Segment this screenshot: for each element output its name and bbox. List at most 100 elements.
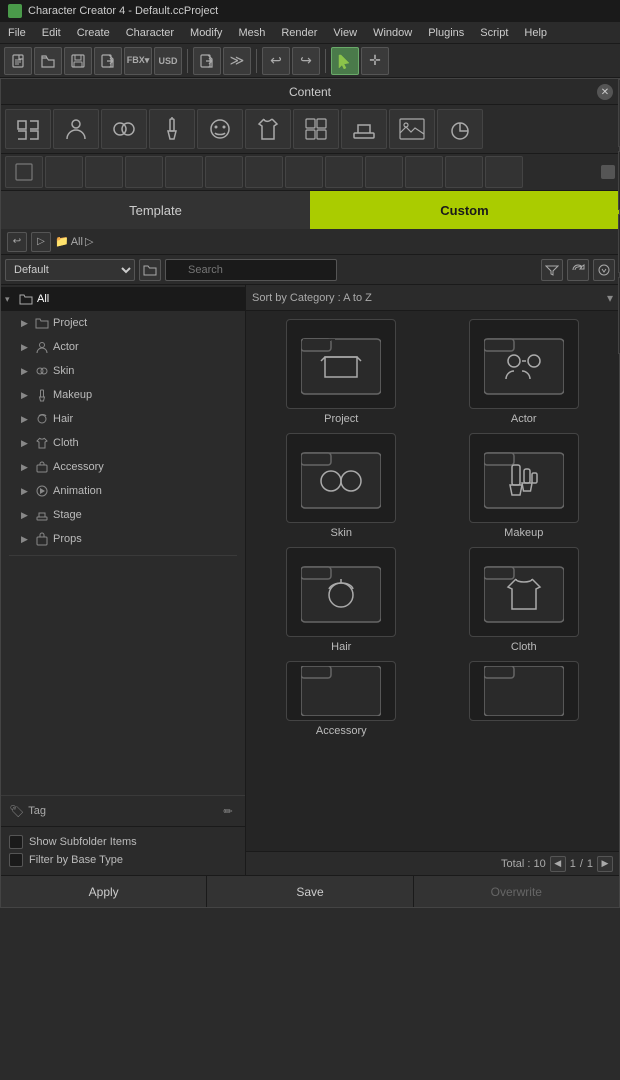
tree-item-all[interactable]: ▾ All xyxy=(1,287,245,311)
cat-sm-12[interactable] xyxy=(445,156,483,188)
save-toolbar-button[interactable] xyxy=(64,47,92,75)
close-button[interactable]: ✕ xyxy=(597,84,613,100)
cat-sm-8[interactable] xyxy=(285,156,323,188)
menu-character[interactable]: Character xyxy=(118,25,182,41)
grid-folder-accessory[interactable] xyxy=(286,661,396,721)
filter-button[interactable] xyxy=(541,259,563,281)
tree-item-stage[interactable]: ▶ Stage xyxy=(1,503,245,527)
cat-sm-13[interactable] xyxy=(485,156,523,188)
cat-stage-button[interactable] xyxy=(341,109,387,149)
grid-folder-makeup[interactable] xyxy=(469,433,579,523)
cat-cloth-button[interactable] xyxy=(245,109,291,149)
tree-item-makeup[interactable]: ▶ Makeup xyxy=(1,383,245,407)
cat-makeup-button[interactable] xyxy=(149,109,195,149)
cat-sm-1[interactable] xyxy=(5,156,43,188)
undo-button[interactable]: ↩ xyxy=(262,47,290,75)
cat-sm-7[interactable] xyxy=(245,156,283,188)
checkbox-basetype-box[interactable] xyxy=(9,853,23,867)
menu-mesh[interactable]: Mesh xyxy=(230,25,273,41)
apply-button[interactable]: Apply xyxy=(1,876,207,907)
tree-item-accessory[interactable]: ▶ Accessory xyxy=(1,455,245,479)
menu-plugins[interactable]: Plugins xyxy=(420,25,472,41)
cat-landscape-button[interactable] xyxy=(389,109,435,149)
menu-create[interactable]: Create xyxy=(69,25,118,41)
save-button[interactable]: Save xyxy=(207,876,413,907)
breadcrumb-folder-icon: 📁 xyxy=(55,235,69,248)
tree-divider xyxy=(9,555,237,556)
sort-dropdown-arrow[interactable]: ▾ xyxy=(607,291,613,305)
grid-folder-cloth[interactable] xyxy=(469,547,579,637)
cat-sm-2[interactable] xyxy=(45,156,83,188)
more-button[interactable]: ≫ xyxy=(223,47,251,75)
page-prev-button[interactable]: ◀ xyxy=(550,856,566,872)
cat-sm-4[interactable] xyxy=(125,156,163,188)
cat-sm-9[interactable] xyxy=(325,156,363,188)
cat-sm-3[interactable] xyxy=(85,156,123,188)
search-input[interactable] xyxy=(165,259,337,281)
overwrite-button[interactable]: Overwrite xyxy=(414,876,619,907)
cat-all-button[interactable] xyxy=(5,109,51,149)
export-button[interactable] xyxy=(193,47,221,75)
forward-arrow[interactable]: ▷ xyxy=(31,232,51,252)
grid-item-project[interactable]: Project xyxy=(254,319,429,425)
cat-skin-button[interactable] xyxy=(101,109,147,149)
menu-modify[interactable]: Modify xyxy=(182,25,230,41)
grid-item-hair[interactable]: Hair xyxy=(254,547,429,653)
menu-help[interactable]: Help xyxy=(516,25,555,41)
menu-window[interactable]: Window xyxy=(365,25,420,41)
grid-item-makeup[interactable]: Makeup xyxy=(437,433,612,539)
cat-sm-5[interactable] xyxy=(165,156,203,188)
tree-item-skin[interactable]: ▶ Skin xyxy=(1,359,245,383)
tab-template[interactable]: Template xyxy=(1,191,310,229)
checkbox-subfolder[interactable]: Show Subfolder Items xyxy=(9,835,237,849)
grid-folder-skin[interactable] xyxy=(286,433,396,523)
cat-sm-6[interactable] xyxy=(205,156,243,188)
cat-actor-button[interactable] xyxy=(53,109,99,149)
tab-custom[interactable]: Custom xyxy=(310,191,619,229)
open-button[interactable] xyxy=(34,47,62,75)
back-button[interactable]: ↩ xyxy=(7,232,27,252)
collapse-icon[interactable] xyxy=(601,165,615,179)
tree-item-project[interactable]: ▶ Project xyxy=(1,311,245,335)
fbx-button[interactable]: FBX▾ xyxy=(124,47,152,75)
transform-button[interactable]: ✛ xyxy=(361,47,389,75)
new-button[interactable] xyxy=(4,47,32,75)
usd-button[interactable]: USD xyxy=(154,47,182,75)
grid-item-animation[interactable] xyxy=(437,661,612,737)
tree-item-hair[interactable]: ▶ Hair xyxy=(1,407,245,431)
menu-edit[interactable]: Edit xyxy=(34,25,69,41)
library-dropdown[interactable]: Default All xyxy=(5,259,135,281)
menu-view[interactable]: View xyxy=(325,25,365,41)
tag-edit-button[interactable]: ✏ xyxy=(219,802,237,820)
checkbox-subfolder-box[interactable] xyxy=(9,835,23,849)
cat-morph-button[interactable] xyxy=(293,109,339,149)
import-button[interactable] xyxy=(94,47,122,75)
sort-button[interactable] xyxy=(593,259,615,281)
redo-button[interactable]: ↪ xyxy=(292,47,320,75)
grid-item-actor[interactable]: Actor xyxy=(437,319,612,425)
grid-folder-hair[interactable] xyxy=(286,547,396,637)
checkbox-basetype[interactable]: Filter by Base Type xyxy=(9,853,237,867)
grid-item-cloth[interactable]: Cloth xyxy=(437,547,612,653)
grid-folder-project[interactable] xyxy=(286,319,396,409)
menu-script[interactable]: Script xyxy=(472,25,516,41)
tree-item-animation[interactable]: ▶ Animation xyxy=(1,479,245,503)
cat-face-button[interactable] xyxy=(197,109,243,149)
checkbox-subfolder-label: Show Subfolder Items xyxy=(29,836,137,848)
tree-item-cloth[interactable]: ▶ Cloth xyxy=(1,431,245,455)
grid-item-accessory[interactable]: Accessory xyxy=(254,661,429,737)
tree-item-actor[interactable]: ▶ Actor xyxy=(1,335,245,359)
menu-file[interactable]: File xyxy=(0,25,34,41)
grid-folder-animation[interactable] xyxy=(469,661,579,721)
sync-button[interactable] xyxy=(567,259,589,281)
cat-sm-10[interactable] xyxy=(365,156,403,188)
grid-folder-actor[interactable] xyxy=(469,319,579,409)
menu-render[interactable]: Render xyxy=(273,25,325,41)
folder-icon-btn[interactable] xyxy=(139,259,161,281)
select-button[interactable] xyxy=(331,47,359,75)
cat-pie-button[interactable] xyxy=(437,109,483,149)
tree-item-props[interactable]: ▶ Props xyxy=(1,527,245,551)
cat-sm-11[interactable] xyxy=(405,156,443,188)
grid-item-skin[interactable]: Skin xyxy=(254,433,429,539)
page-next-button[interactable]: ▶ xyxy=(597,856,613,872)
